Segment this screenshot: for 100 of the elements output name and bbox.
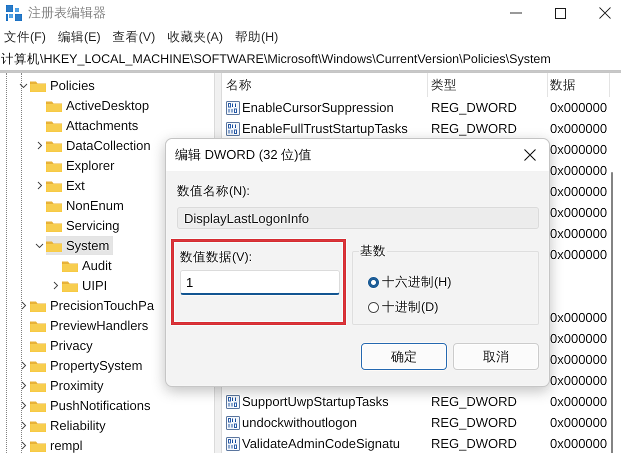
- binary-value-icon: [226, 122, 240, 136]
- tree-item[interactable]: Ext: [46, 176, 89, 194]
- tree-item[interactable]: Reliability: [30, 416, 110, 434]
- value-name[interactable]: EnableFullTrustStartupTasks: [242, 121, 408, 136]
- value-data: 0x000000: [550, 310, 608, 325]
- field-label: 数值名称(N):: [177, 183, 251, 200]
- folder-icon: [46, 158, 62, 172]
- folder-icon: [30, 318, 46, 332]
- tree-item[interactable]: Audit: [62, 256, 116, 274]
- tree-item[interactable]: Attachments: [46, 116, 142, 134]
- value-type: REG_DWORD: [431, 436, 517, 451]
- folder-icon: [62, 278, 78, 292]
- value-name[interactable]: ValidateAdminCodeSignatu: [242, 436, 400, 451]
- close-icon[interactable]: [524, 149, 536, 161]
- folder-icon: [30, 378, 46, 392]
- tree-item[interactable]: Servicing: [46, 216, 124, 234]
- folder-icon: [46, 98, 62, 112]
- value-data: 0x000000: [550, 415, 608, 430]
- radio-label: 十进制(D): [382, 299, 438, 316]
- tree-item[interactable]: Policies: [30, 76, 99, 94]
- value-name[interactable]: EnableCursorSuppression: [242, 100, 394, 115]
- column-header[interactable]: 类型: [428, 73, 548, 97]
- value-data: 0x000000: [550, 436, 608, 451]
- tree-item[interactable]: PushNotifications: [30, 396, 154, 414]
- menu-item[interactable]: 文件(F): [4, 28, 46, 46]
- tree-item[interactable]: NonEnum: [46, 196, 128, 214]
- value-data: 0x000000: [550, 373, 608, 388]
- value-data: 0x000000: [550, 247, 608, 262]
- minimize-icon[interactable]: [510, 12, 522, 14]
- menu-item[interactable]: 帮助(H): [234, 28, 278, 46]
- folder-icon: [30, 398, 46, 412]
- folder-icon: [46, 178, 62, 192]
- menu-item[interactable]: 编辑(E): [58, 28, 101, 46]
- value-data-field[interactable]: 1: [180, 270, 340, 295]
- value-data: 0x000000: [550, 394, 608, 409]
- menu-item[interactable]: 收藏夹(A): [167, 28, 223, 46]
- folder-icon: [46, 218, 62, 232]
- tree-item[interactable]: DataCollection: [46, 136, 155, 154]
- value-name-field[interactable]: DisplayLastLogonInfo: [177, 207, 539, 229]
- value-data: 0x000000: [550, 331, 608, 346]
- value-data: 0x000000: [550, 163, 608, 178]
- tree-item[interactable]: UIPI: [62, 276, 112, 294]
- binary-value-icon: [226, 394, 240, 408]
- folder-icon: [46, 238, 62, 252]
- binary-value-icon: [226, 436, 240, 450]
- tree-item[interactable]: Privacy: [30, 336, 97, 354]
- folder-icon: [30, 418, 46, 432]
- tree-item[interactable]: System: [46, 236, 114, 254]
- scrollbar[interactable]: [611, 172, 613, 453]
- value-data: 0x000000: [550, 142, 608, 157]
- value-data: 0x000000: [550, 184, 608, 199]
- column-header[interactable]: 名称: [222, 73, 428, 97]
- folder-icon: [46, 198, 62, 212]
- dialog-button[interactable]: 取消: [453, 343, 539, 370]
- default-button[interactable]: 确定: [361, 343, 447, 370]
- value-data: 0x000000: [550, 226, 608, 241]
- tree-item[interactable]: PrecisionTouchPa: [30, 296, 158, 314]
- value-type: REG_DWORD: [431, 394, 517, 409]
- chevron-down-icon[interactable]: [34, 240, 44, 250]
- radio-button[interactable]: [368, 277, 379, 288]
- folder-icon: [30, 438, 46, 452]
- value-data: 0x000000: [550, 121, 608, 136]
- binary-value-icon: [226, 416, 240, 430]
- app-icon: [6, 5, 22, 21]
- folder-icon: [46, 138, 62, 152]
- value-type: REG_DWORD: [431, 415, 517, 430]
- tree-item[interactable]: rempl: [30, 436, 87, 453]
- tree-item[interactable]: Explorer: [46, 156, 118, 174]
- value-type: REG_DWORD: [431, 121, 517, 136]
- folder-icon: [62, 258, 78, 272]
- value-data: 0x000000: [550, 205, 608, 220]
- dialog-title: 编辑 DWORD (32 位)值: [175, 146, 312, 164]
- chevron-down-icon[interactable]: [18, 80, 28, 90]
- tree-item[interactable]: PropertySystem: [30, 356, 146, 374]
- field-label: 数值数据(V):: [180, 249, 254, 266]
- value-data: 0x000000: [550, 352, 608, 367]
- folder-icon: [30, 338, 46, 352]
- address-bar[interactable]: 计算机\HKEY_LOCAL_MACHINE\SOFTWARE\Microsoft\Windows\CurrentVersion\Policies\System: [0, 48, 621, 73]
- chevron-right-icon[interactable]: [34, 180, 44, 190]
- tree-item[interactable]: Proximity: [30, 376, 108, 394]
- radio-label: 十六进制(H): [382, 274, 452, 291]
- menu-item[interactable]: 查看(V): [112, 28, 156, 46]
- maximize-icon[interactable]: [555, 8, 566, 18]
- value-name[interactable]: SupportUwpStartupTasks: [242, 394, 389, 409]
- group-label: 基数: [359, 243, 387, 260]
- folder-icon: [30, 358, 46, 372]
- close-icon[interactable]: [599, 7, 611, 19]
- chevron-right-icon[interactable]: [34, 140, 44, 150]
- folder-icon: [46, 118, 62, 132]
- tree-item[interactable]: PreviewHandlers: [30, 316, 152, 334]
- folder-icon: [30, 78, 46, 92]
- tree-item[interactable]: ActiveDesktop: [46, 96, 154, 114]
- window-title: 注册表编辑器: [28, 4, 106, 22]
- radio-button[interactable]: [368, 302, 379, 313]
- folder-icon: [30, 298, 46, 312]
- value-name[interactable]: undockwithoutlogon: [242, 415, 357, 430]
- binary-value-icon: [226, 100, 240, 114]
- chevron-right-icon[interactable]: [50, 280, 60, 290]
- column-header[interactable]: 数据: [548, 73, 610, 97]
- value-data: 0x000000: [550, 100, 608, 115]
